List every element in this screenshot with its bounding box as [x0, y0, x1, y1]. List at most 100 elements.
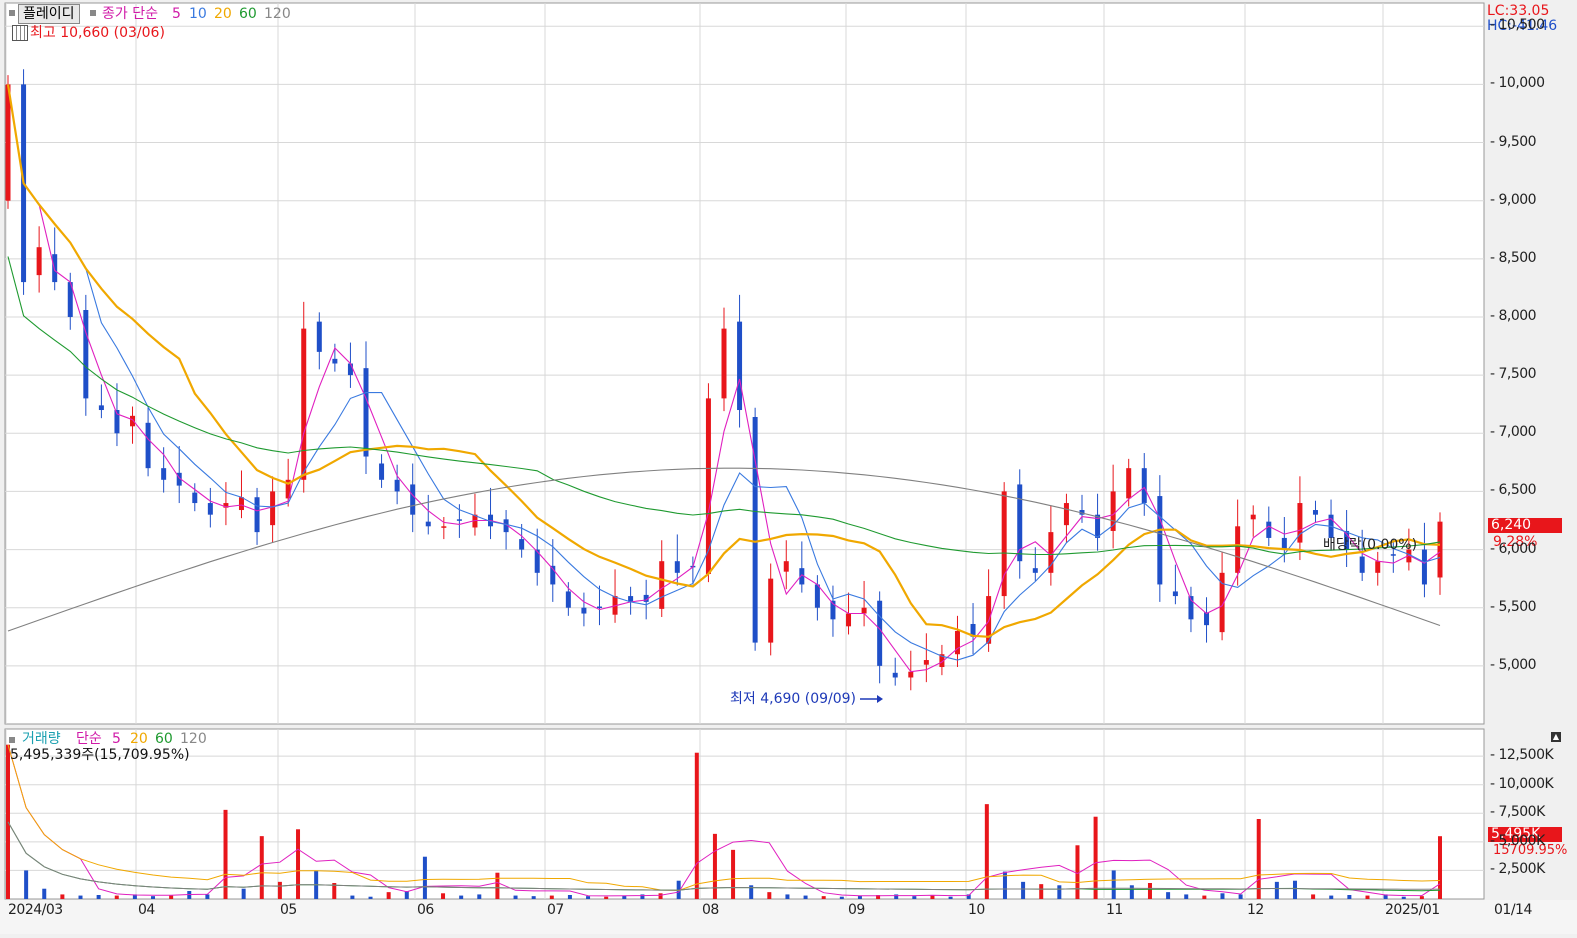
candle-body	[441, 526, 447, 528]
volume-bar	[694, 752, 699, 899]
candle-body	[1126, 468, 1132, 499]
price-tick-label: - 7,500	[1490, 366, 1537, 383]
volume-tick-label: - 7,500K	[1490, 804, 1545, 821]
candle-body	[363, 368, 369, 457]
vol-ma5-legend[interactable]: 5	[112, 731, 121, 747]
candle-body	[1437, 521, 1443, 578]
volume-bar	[477, 894, 482, 899]
volume-bar	[241, 888, 246, 899]
volume-bar	[984, 804, 989, 899]
candle-body	[410, 484, 416, 515]
volume-legend-title[interactable]: 거래량	[22, 731, 61, 747]
candle-body	[238, 497, 244, 511]
price-tick-label: - 8,500	[1490, 249, 1537, 266]
volume-bar	[441, 893, 446, 899]
volume-bar	[114, 895, 119, 899]
volume-bar	[1256, 819, 1261, 899]
volume-bar	[912, 896, 917, 899]
volume-bar	[1075, 845, 1080, 899]
price-tick-label: - 9,500	[1490, 133, 1537, 150]
volume-bar	[531, 896, 536, 899]
volume-bar	[586, 896, 591, 899]
volume-bar	[1274, 881, 1279, 899]
candle-body	[1204, 612, 1210, 626]
candle-body	[207, 503, 213, 515]
volume-bar	[1129, 885, 1134, 899]
volume-bar	[1419, 896, 1424, 899]
volume-tick-label: - 12,500K	[1490, 747, 1554, 764]
volume-bar	[1311, 894, 1316, 899]
stock-chart: 플레이디 종가 단순 5 10 20 60 120 최고 10,660 (03/…	[0, 0, 1577, 934]
ma60-legend[interactable]: 60	[239, 6, 257, 22]
x-tick-label: 08	[702, 902, 719, 918]
candle-body	[1375, 561, 1381, 573]
candle-body	[98, 405, 104, 411]
candle-body	[705, 398, 711, 574]
price-high-label: 최고 10,660 (03/06)	[30, 25, 165, 41]
volume-bar	[567, 895, 572, 899]
volume-bar	[1093, 816, 1098, 899]
x-tick-label: 01/14	[1494, 902, 1532, 918]
candle-body	[1281, 537, 1287, 550]
volume-bar	[1111, 870, 1116, 899]
x-tick-label: 10	[968, 902, 985, 918]
candle-body	[1032, 568, 1038, 573]
volume-value-label: 5,495,339주(15,709.95%)	[10, 747, 190, 763]
x-tick-label: 11	[1106, 902, 1123, 918]
volume-tick-label: - 10,000K	[1490, 775, 1554, 792]
candle-body	[1063, 503, 1069, 526]
ma10-legend[interactable]: 10	[189, 6, 207, 22]
candle-body	[192, 492, 198, 504]
volume-bar	[495, 872, 500, 899]
collapse-icon[interactable]: ▲	[1551, 732, 1561, 742]
ma5-legend[interactable]: 5	[172, 6, 181, 22]
candle-body	[1141, 468, 1147, 504]
candle-body	[768, 578, 774, 643]
dividend-label: 배당락(0.00%)	[1323, 537, 1418, 553]
price-tick-label: - 6,500	[1490, 482, 1537, 499]
candle-body	[1359, 556, 1365, 573]
vol-ma120-legend[interactable]: 120	[180, 731, 207, 747]
candle-body	[254, 497, 260, 533]
vol-ma20-legend[interactable]: 20	[130, 731, 148, 747]
volume-bar	[24, 870, 29, 899]
price-tick-label: - 6,000	[1490, 540, 1537, 557]
candle-body	[1266, 521, 1272, 538]
volume-tick-label: - 2,500K	[1490, 861, 1545, 878]
volume-bar	[839, 896, 844, 899]
stock-name-button[interactable]: 플레이디	[18, 4, 80, 24]
ma20-legend[interactable]: 20	[214, 6, 232, 22]
candle-body	[519, 539, 525, 550]
vol-ma60-legend[interactable]: 60	[155, 731, 173, 747]
grid-icon[interactable]	[12, 25, 28, 41]
x-axis-bar	[0, 900, 1577, 934]
x-tick-label: 06	[417, 902, 434, 918]
x-tick-label: 05	[280, 902, 297, 918]
price-tick-label: - 10,000	[1490, 75, 1545, 92]
x-tick-label: 04	[138, 902, 155, 918]
volume-bar	[1365, 895, 1370, 899]
volume-bar	[948, 896, 953, 899]
volume-bar	[658, 893, 663, 899]
price-tick-label: - 5,000	[1490, 656, 1537, 673]
candle-body	[1235, 526, 1241, 573]
candle-body	[581, 607, 587, 614]
candle-body	[721, 328, 727, 399]
volume-bar	[422, 856, 427, 899]
candle-body	[1157, 496, 1163, 585]
volume-bar	[803, 895, 808, 899]
ma120-legend[interactable]: 120	[264, 6, 291, 22]
ma-legend-title[interactable]: 종가 단순	[102, 6, 158, 22]
legend-marker-icon	[9, 10, 15, 16]
volume-bar	[368, 896, 373, 899]
candle-body	[674, 561, 680, 573]
volume-bar	[350, 895, 355, 899]
volume-bar	[1329, 895, 1334, 899]
volume-ma-title[interactable]: 단순	[76, 731, 102, 747]
chart-canvas	[0, 0, 1577, 934]
volume-bar	[930, 895, 935, 899]
volume-bar	[1166, 892, 1171, 899]
x-tick-label: 12	[1247, 902, 1264, 918]
candle-body	[908, 671, 914, 678]
candle-body	[783, 561, 789, 572]
